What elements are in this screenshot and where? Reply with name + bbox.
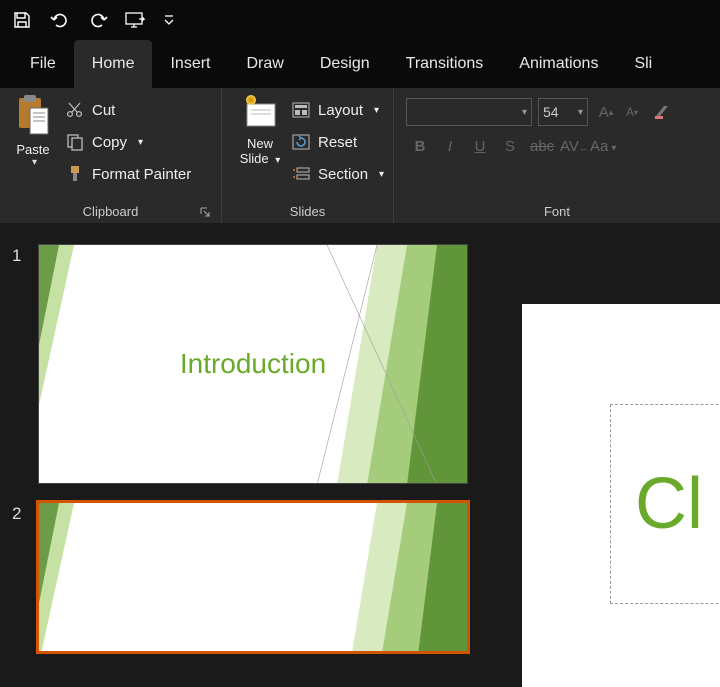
copy-icon <box>66 133 84 151</box>
decoration <box>317 503 467 652</box>
quick-access-toolbar <box>0 0 720 40</box>
ribbon-tabs: File Home Insert Draw Design Transitions… <box>0 40 720 88</box>
tab-slideshow[interactable]: Sli <box>616 40 670 88</box>
title-placeholder[interactable]: Cl <box>610 404 720 604</box>
format-painter-button[interactable]: Format Painter <box>66 160 213 188</box>
chevron-down-icon: ▾ <box>379 169 384 180</box>
section-button[interactable]: Section ▾ <box>292 160 385 188</box>
decoration <box>39 503 89 652</box>
underline-button[interactable]: U <box>470 138 490 155</box>
slide-thumbnail-1[interactable]: Introduction <box>38 244 468 484</box>
save-icon[interactable] <box>10 8 34 32</box>
layout-icon <box>292 101 310 119</box>
paste-button[interactable]: Paste ▾ <box>8 92 58 200</box>
slide-thumbnail-2[interactable] <box>38 502 468 652</box>
change-case-button[interactable]: Aa▾ <box>590 138 610 155</box>
group-slides: New Slide ▾ Layout ▾ Reset <box>222 88 394 223</box>
increase-font-icon[interactable]: A▴ <box>594 100 618 124</box>
cut-button[interactable]: Cut <box>66 96 213 124</box>
shadow-button[interactable]: S <box>500 138 520 155</box>
present-from-start-icon[interactable] <box>124 8 148 32</box>
reset-label: Reset <box>318 134 357 151</box>
chevron-down-icon: ▾ <box>32 157 37 168</box>
paintbrush-icon <box>66 165 84 183</box>
thumbnail-row: 2 <box>12 502 478 652</box>
undo-icon[interactable] <box>48 8 72 32</box>
tab-design[interactable]: Design <box>302 40 388 88</box>
decoration <box>39 245 89 484</box>
thumbnail-row: 1 Introduction <box>12 244 478 484</box>
new-slide-label1: New <box>247 136 273 151</box>
character-spacing-button[interactable]: AV↔ <box>560 138 580 155</box>
paste-icon <box>16 94 50 136</box>
thumbnail-number: 2 <box>12 502 30 652</box>
font-size-combo[interactable]: 54 ▾ <box>538 98 588 126</box>
chevron-down-icon: ▾ <box>522 107 527 118</box>
tab-transitions[interactable]: Transitions <box>388 40 502 88</box>
copy-button[interactable]: Copy ▾ <box>66 128 213 156</box>
tab-animations[interactable]: Animations <box>501 40 616 88</box>
clear-formatting-icon[interactable] <box>650 100 674 124</box>
tab-insert[interactable]: Insert <box>152 40 228 88</box>
format-painter-label: Format Painter <box>92 166 191 183</box>
thumbnail-panel: 1 Introduction 2 <box>0 224 490 687</box>
section-icon <box>292 165 310 183</box>
tab-home[interactable]: Home <box>74 40 153 88</box>
group-font: ▾ 54 ▾ A▴ A▾ B I U S abc <box>394 88 720 223</box>
decoration <box>317 245 467 484</box>
group-clipboard: Paste ▾ Cut Copy ▾ <box>0 88 222 223</box>
redo-icon[interactable] <box>86 8 110 32</box>
chevron-down-icon: ▾ <box>374 105 379 116</box>
reset-icon <box>292 133 310 151</box>
placeholder-text: Cl <box>635 463 703 545</box>
new-slide-icon <box>241 94 279 132</box>
bold-button[interactable]: B <box>410 138 430 155</box>
scissors-icon <box>66 101 84 119</box>
font-family-combo[interactable]: ▾ <box>406 98 532 126</box>
slide-title: Introduction <box>180 348 326 380</box>
section-label: Section <box>318 166 368 183</box>
chevron-down-icon: ▾ <box>578 107 583 118</box>
new-slide-button[interactable]: New Slide ▾ <box>230 92 290 200</box>
copy-label: Copy <box>92 134 127 151</box>
reset-button[interactable]: Reset <box>292 128 385 156</box>
tab-draw[interactable]: Draw <box>228 40 301 88</box>
ribbon: Paste ▾ Cut Copy ▾ <box>0 88 720 224</box>
group-label: Slides <box>230 200 385 221</box>
strikethrough-button[interactable]: abc <box>530 138 550 155</box>
group-label: Font <box>402 200 712 221</box>
dialog-launcher-icon[interactable] <box>199 206 211 218</box>
cut-label: Cut <box>92 102 115 119</box>
layout-button[interactable]: Layout ▾ <box>292 96 385 124</box>
italic-button[interactable]: I <box>440 138 460 155</box>
chevron-down-icon: ▾ <box>138 137 143 148</box>
tab-file[interactable]: File <box>24 40 74 88</box>
workspace: 1 Introduction 2 <box>0 224 720 687</box>
slide-editor[interactable]: Cl <box>490 224 720 687</box>
chevron-down-icon: ▾ <box>275 155 280 166</box>
group-label: Clipboard <box>8 200 213 221</box>
layout-label: Layout <box>318 102 363 119</box>
thumbnail-number: 1 <box>12 244 30 484</box>
decrease-font-icon[interactable]: A▾ <box>620 100 644 124</box>
font-size-value: 54 <box>543 104 559 120</box>
paste-label: Paste <box>16 142 49 157</box>
new-slide-label2: Slide <box>240 151 269 166</box>
customize-qat-icon[interactable] <box>162 8 176 32</box>
